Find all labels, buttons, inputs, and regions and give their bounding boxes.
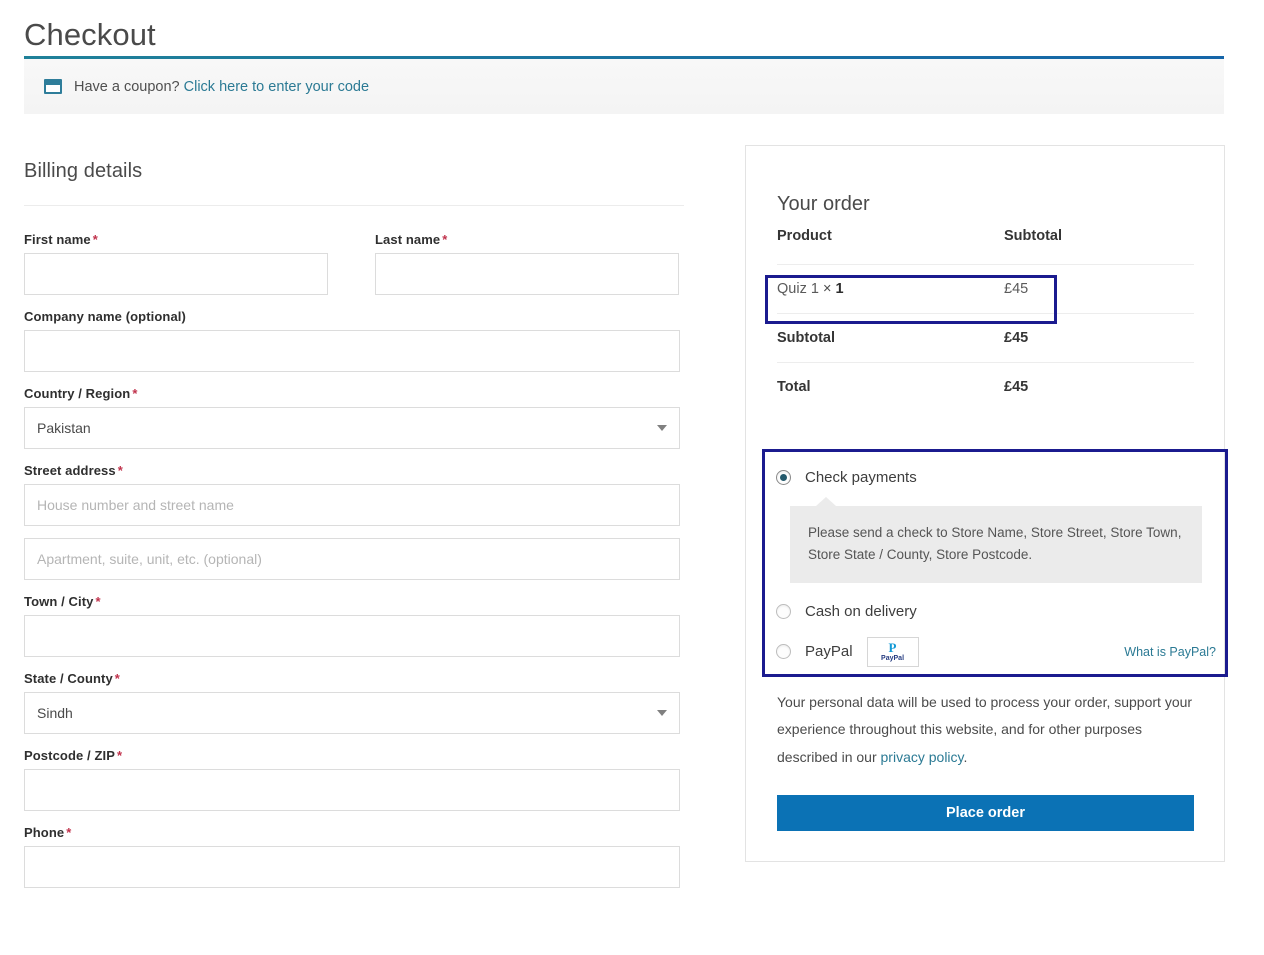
cheque-instructions-box: Please send a check to Store Name, Store… xyxy=(790,497,1202,583)
phone-label: Phone * xyxy=(24,825,72,840)
required-marker: * xyxy=(132,386,138,401)
column-header-subtotal: Subtotal xyxy=(1004,228,1062,244)
town-city-label: Town / City * xyxy=(24,594,101,609)
state-county-field-group: State / County * Sindh xyxy=(24,671,684,734)
street-address-field-group: Street address * xyxy=(24,463,684,580)
payment-method-paypal-label: PayPal xyxy=(805,643,853,661)
quantity-separator: × xyxy=(822,281,832,297)
first-name-field-group: First name * xyxy=(24,232,333,295)
required-marker: * xyxy=(114,671,120,686)
coupon-ticket-icon xyxy=(44,79,62,94)
order-summary-heading: Your order xyxy=(777,192,870,215)
state-county-label: State / County * xyxy=(24,671,120,686)
country-label: Country / Region * xyxy=(24,386,138,401)
payment-method-cheque-label: Check payments xyxy=(805,468,917,486)
company-name-input[interactable] xyxy=(24,330,680,372)
state-county-select[interactable]: Sindh xyxy=(24,692,680,734)
last-name-field-group: Last name * xyxy=(375,232,684,295)
payment-method-cheque[interactable]: Check payments xyxy=(776,462,1216,492)
privacy-text-after: . xyxy=(963,748,968,765)
order-line-item-name: Quiz 1 × 1 xyxy=(777,264,1004,314)
country-select[interactable]: Pakistan xyxy=(24,407,680,449)
page-title: Checkout xyxy=(24,16,156,52)
order-total-amount: £45 xyxy=(1004,362,1194,411)
order-subtotal-label: Subtotal xyxy=(777,313,1004,363)
postcode-field-group: Postcode / ZIP * xyxy=(24,748,684,811)
street-address-line2-input[interactable] xyxy=(24,538,680,580)
paypal-wordmark: PayPal xyxy=(881,655,905,663)
required-marker: * xyxy=(442,232,448,247)
company-name-field-group: Company name (optional) xyxy=(24,309,684,372)
street-address-line1-input[interactable] xyxy=(24,484,680,526)
town-city-field-group: Town / City * xyxy=(24,594,684,657)
payment-method-cod[interactable]: Cash on delivery xyxy=(776,597,1216,627)
order-table-header-row: Product Subtotal xyxy=(777,228,1194,265)
street-address-label: Street address * xyxy=(24,463,123,478)
paypal-logo-icon: P PayPal xyxy=(866,636,919,667)
order-total-row: Total £45 xyxy=(777,362,1194,411)
required-marker: * xyxy=(95,594,101,609)
coupon-notice-bar: Have a coupon? Click here to enter your … xyxy=(24,56,1224,114)
paypal-mark: P xyxy=(888,640,897,656)
phone-field-group: Phone * xyxy=(24,825,684,888)
place-order-button[interactable]: Place order xyxy=(777,795,1194,831)
radio-paypal[interactable] xyxy=(776,644,791,660)
name-row: First name * Last name * xyxy=(24,232,684,309)
required-marker: * xyxy=(117,463,123,478)
what-is-paypal-link[interactable]: What is PayPal? xyxy=(1124,645,1216,659)
privacy-text-before: Your personal data will be used to proce… xyxy=(777,694,1193,765)
first-name-label: First name * xyxy=(24,232,98,247)
coupon-toggle-link[interactable]: Click here to enter your code xyxy=(184,79,369,95)
order-line-item-row: Quiz 1 × 1 £45 xyxy=(777,264,1194,314)
order-subtotal-row: Subtotal £45 xyxy=(777,313,1194,363)
last-name-input[interactable] xyxy=(375,253,679,295)
coupon-prompt-label: Have a coupon? xyxy=(74,78,180,95)
postcode-input[interactable] xyxy=(24,769,680,811)
postcode-label: Postcode / ZIP * xyxy=(24,748,123,763)
billing-details-section: Billing details First name * Last name * C… xyxy=(24,160,684,902)
required-marker: * xyxy=(92,232,98,247)
radio-cheque[interactable] xyxy=(776,469,791,485)
product-quantity: 1 xyxy=(835,281,844,297)
coupon-text: Have a coupon? Click here to enter your … xyxy=(74,79,369,95)
order-subtotal-amount: £45 xyxy=(1004,313,1194,363)
radio-cash-on-delivery[interactable] xyxy=(776,604,791,620)
company-name-label: Company name (optional) xyxy=(24,309,186,324)
payment-methods-list: Check payments Please send a check to St… xyxy=(776,462,1216,667)
order-summary-table: Product Subtotal Quiz 1 × 1 £45 Subtotal… xyxy=(777,228,1194,411)
checkout-page: Checkout Have a coupon? Click here to en… xyxy=(0,0,1264,955)
payment-method-cod-label: Cash on delivery xyxy=(805,603,917,621)
cheque-instructions-text: Please send a check to Store Name, Store… xyxy=(808,525,1182,563)
order-line-item-amount: £45 xyxy=(1004,264,1194,314)
required-marker: * xyxy=(116,748,123,763)
town-city-input[interactable] xyxy=(24,615,680,657)
phone-input[interactable] xyxy=(24,846,680,888)
billing-divider xyxy=(24,205,684,206)
column-header-product: Product xyxy=(777,228,832,244)
payment-method-paypal[interactable]: PayPal P PayPal What is PayPal? xyxy=(776,636,1216,667)
last-name-label: Last name * xyxy=(375,232,448,247)
first-name-input[interactable] xyxy=(24,253,328,295)
order-total-label: Total xyxy=(777,362,1004,411)
billing-details-heading: Billing details xyxy=(24,160,143,182)
product-name: Quiz 1 xyxy=(777,281,819,297)
country-field-group: Country / Region * Pakistan xyxy=(24,386,684,449)
privacy-notice: Your personal data will be used to proce… xyxy=(777,689,1195,771)
privacy-policy-link[interactable]: privacy policy xyxy=(881,749,964,765)
required-marker: * xyxy=(66,825,72,840)
